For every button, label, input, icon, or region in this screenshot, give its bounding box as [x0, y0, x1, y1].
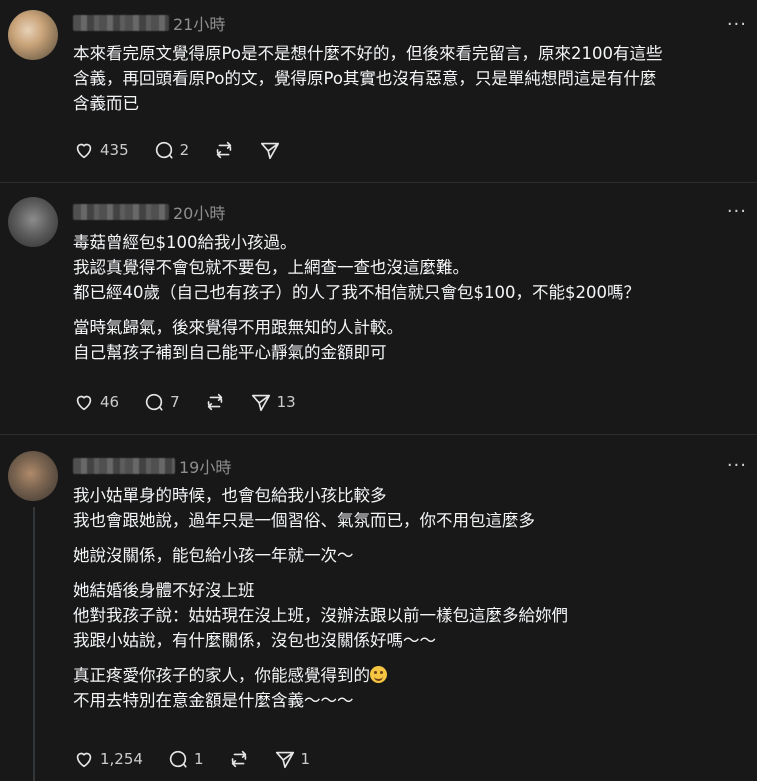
comment-feed: 21小時 ··· 本來看完原文覺得原Po是不是想什麼不好的，但後來看完留言，原來… — [0, 0, 757, 781]
send-icon — [251, 394, 270, 412]
repost-button[interactable] — [228, 748, 250, 770]
comment-header: 19小時 — [73, 455, 231, 477]
like-button[interactable]: 435 — [73, 139, 129, 161]
reply-button[interactable]: 1 — [167, 748, 204, 770]
action-bar: 1,254 1 1 — [73, 746, 334, 772]
more-dots-icon[interactable]: ··· — [727, 457, 747, 475]
comment-line: 她說沒關係，能包給小孩一年就一次～ — [73, 546, 354, 565]
reply-button[interactable]: 2 — [153, 139, 190, 161]
like-button[interactable]: 46 — [73, 391, 119, 413]
reply-count: 1 — [193, 750, 204, 768]
repost-icon — [231, 750, 246, 768]
smiling-face-emoji — [370, 666, 387, 683]
comment-post: 20小時 ··· 毒菇曾經包$100給我小孩過。 我認真覺得不會包就不要包，上網… — [0, 183, 757, 435]
comment-icon — [155, 141, 173, 159]
repost-button[interactable] — [204, 391, 226, 413]
avatar[interactable] — [8, 10, 58, 60]
more-dots-icon[interactable]: ··· — [727, 16, 747, 34]
action-bar: 435 2 — [73, 137, 305, 163]
comment-text: 本來看完原文覺得原Po是不是想什麼不好的，但後來看完留言，原來2100有這些 含… — [73, 41, 745, 116]
more-dots-icon[interactable]: ··· — [727, 203, 747, 221]
comment-post: 21小時 ··· 本來看完原文覺得原Po是不是想什麼不好的，但後來看完留言，原來… — [0, 0, 757, 183]
username-blurred[interactable] — [73, 458, 175, 474]
comment-line: 我小姑單身的時候，也會包給我小孩比較多 — [73, 486, 387, 505]
comment-icon — [169, 750, 187, 768]
share-button[interactable]: 13 — [250, 391, 296, 413]
comment-line: 毒菇曾經包$100給我小孩過。 — [73, 233, 297, 252]
avatar[interactable] — [8, 451, 58, 501]
share-count: 1 — [300, 750, 311, 768]
send-icon — [261, 142, 280, 160]
avatar[interactable] — [8, 197, 58, 247]
comment-line: 我認真覺得不會包就不要包，上網查一查也沒這麼難。 — [73, 258, 469, 277]
comment-post: 19小時 ··· 我小姑單身的時候，也會包給我小孩比較多 我也會跟她說，過年只是… — [0, 435, 757, 781]
comment-line: 她結婚後身體不好沒上班 — [73, 581, 255, 600]
username-blurred[interactable] — [73, 15, 169, 31]
comment-line: 我跟小姑說，有什麼關係，沒包也沒關係好嗎～～ — [73, 631, 436, 650]
username-blurred[interactable] — [73, 204, 169, 220]
comment-icon — [145, 393, 163, 411]
share-count: 13 — [276, 393, 296, 411]
comment-line: 不用去特別在意金額是什麼含義～～～ — [73, 691, 354, 710]
like-count: 1,254 — [100, 750, 143, 768]
comment-line: 都已經40歲（自己也有孩子）的人了我不相信就只會包$100，不能$200嗎？ — [73, 283, 640, 302]
comment-line: 含義，再回頭看原Po的文，覺得原Po其實也沒有惡意，只是單純想問這是有什麼 — [73, 69, 657, 88]
comment-line-text: 真正疼愛你孩子的家人，你能感覺得到的 — [73, 666, 370, 685]
comment-text: 我小姑單身的時候，也會包給我小孩比較多 我也會跟她說，過年只是一個習俗、氣氛而已… — [73, 483, 745, 713]
comment-line: 本來看完原文覺得原Po是不是想什麼不好的，但後來看完留言，原來2100有這些 — [73, 44, 663, 63]
comment-line: 我也會跟她說，過年只是一個習俗、氣氛而已，你不用包這麼多 — [73, 511, 535, 530]
comment-line: 含義而已 — [73, 94, 139, 113]
action-bar: 46 7 13 — [73, 389, 320, 415]
timestamp: 19小時 — [179, 458, 232, 477]
reply-count: 2 — [179, 141, 190, 159]
heart-icon — [76, 395, 92, 411]
comment-header: 21小時 — [73, 12, 225, 34]
timestamp: 20小時 — [173, 204, 226, 223]
comment-line: 真正疼愛你孩子的家人，你能感覺得到的 — [73, 663, 745, 688]
comment-line: 他對我孩子說：姑姑現在沒上班，沒辦法跟以前一樣包這麼多給妳們 — [73, 606, 568, 625]
reply-button[interactable]: 7 — [143, 391, 180, 413]
comment-text: 毒菇曾經包$100給我小孩過。 我認真覺得不會包就不要包，上網查一查也沒這麼難。… — [73, 230, 745, 365]
repost-icon — [207, 393, 222, 411]
timestamp: 21小時 — [173, 15, 226, 34]
comment-line: 自己幫孩子補到自己能平心靜氣的金額即可 — [73, 343, 387, 362]
comment-line: 當時氣歸氣，後來覺得不用跟無知的人計較。 — [73, 318, 403, 337]
heart-icon — [76, 752, 92, 768]
like-count: 435 — [100, 141, 129, 159]
reply-count: 7 — [170, 393, 180, 411]
comment-header: 20小時 — [73, 201, 225, 223]
heart-icon — [76, 143, 92, 159]
send-icon — [275, 751, 294, 769]
share-button[interactable]: 1 — [274, 748, 311, 770]
like-count: 46 — [100, 393, 120, 411]
thread-line — [33, 507, 35, 781]
like-button[interactable]: 1,254 — [73, 748, 143, 770]
repost-icon — [216, 141, 232, 159]
share-button[interactable] — [259, 139, 281, 161]
repost-button[interactable] — [213, 139, 235, 161]
